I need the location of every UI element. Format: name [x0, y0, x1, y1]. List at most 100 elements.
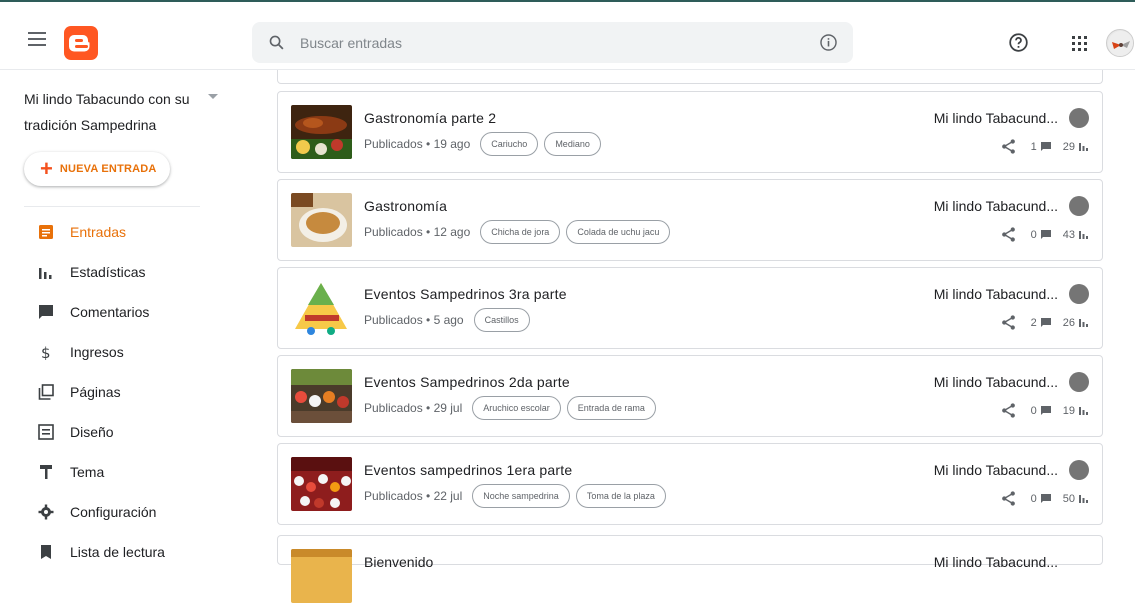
author-avatar [1069, 460, 1089, 480]
post-meta: Publicados • 22 jul Noche sampedrina Tom… [364, 484, 672, 508]
sidebar-item-configuracion[interactable]: Configuración [0, 492, 220, 532]
author-avatar [1069, 108, 1089, 128]
apps-grid-icon[interactable] [1072, 36, 1087, 51]
comment-icon [1040, 317, 1051, 327]
share-icon[interactable] [1000, 138, 1017, 155]
new-post-label: NUEVA ENTRADA [59, 163, 157, 175]
post-author: Mi lindo Tabacund... [933, 462, 1058, 478]
share-icon[interactable] [1000, 226, 1017, 243]
post-label-chip[interactable]: Castillos [473, 308, 530, 332]
stats-icon [1079, 495, 1088, 503]
post-status: Publicados • 12 ago [364, 225, 471, 239]
author-avatar [1069, 196, 1089, 216]
share-icon[interactable] [1000, 402, 1017, 419]
share-icon[interactable] [1000, 490, 1017, 507]
chevron-down-icon[interactable] [208, 94, 218, 99]
sidebar-item-label: Ingresos [70, 344, 124, 360]
post-title[interactable]: Eventos sampedrinos 1era parte [364, 462, 572, 478]
post-label-chip[interactable]: Colada de uchu jacu [566, 220, 671, 244]
post-card[interactable]: Eventos sampedrinos 1era parte Publicado… [277, 443, 1103, 525]
post-meta: Publicados • 19 ago Cariucho Mediano [364, 132, 607, 156]
post-title[interactable]: Gastronomía parte 2 [364, 110, 496, 126]
post-card[interactable]: Gastronomía Publicados • 12 ago Chicha d… [277, 179, 1103, 261]
svg-text:$: $ [41, 344, 51, 360]
post-meta: Publicados • 12 ago Chicha de jora Colad… [364, 220, 676, 244]
sidebar-item-label: Tema [70, 464, 105, 480]
post-label-chip[interactable]: Chicha de jora [480, 220, 561, 244]
post-stats: 0 43 [1000, 226, 1088, 243]
post-title[interactable]: Gastronomía [364, 198, 447, 214]
post-thumbnail [291, 457, 352, 511]
sidebar-item-entradas[interactable]: Entradas [0, 212, 220, 252]
post-meta: Publicados • 29 jul Aruchico escolar Ent… [364, 396, 662, 420]
post-title[interactable]: Bienvenido [364, 554, 433, 570]
sidebar-item-lista-de-lectura[interactable]: Lista de lectura [0, 532, 220, 572]
comment-icon [1040, 229, 1051, 239]
comment-count: 2 [1030, 316, 1037, 329]
blog-selector[interactable]: Mi lindo Tabacundo con su tradición Samp… [24, 86, 194, 138]
share-icon[interactable] [1000, 314, 1017, 331]
post-card-partial[interactable] [277, 70, 1103, 84]
posts-icon [39, 225, 53, 239]
sidebar-item-comentarios[interactable]: Comentarios [0, 292, 220, 332]
search-bar [252, 22, 853, 63]
info-icon[interactable] [819, 33, 838, 52]
sidebar-item-label: Páginas [70, 384, 121, 400]
sidebar-item-ingresos[interactable]: $ Ingresos [0, 332, 220, 372]
comment-icon [1040, 141, 1051, 151]
post-author: Mi lindo Tabacund... [933, 554, 1058, 570]
post-card-partial[interactable]: Bienvenido Mi lindo Tabacund... [277, 535, 1103, 603]
view-count: 19 [1062, 404, 1075, 417]
sidebar-item-label: Comentarios [70, 304, 150, 320]
post-author: Mi lindo Tabacund... [933, 110, 1058, 126]
search-input[interactable] [300, 32, 780, 54]
post-label-chip[interactable]: Mediano [544, 132, 601, 156]
view-count: 50 [1062, 492, 1075, 505]
post-status: Publicados • 29 jul [364, 401, 463, 415]
comment-icon [1040, 405, 1051, 415]
post-title[interactable]: Eventos Sampedrinos 2da parte [364, 374, 570, 390]
layout-icon [38, 424, 54, 440]
post-label-chip[interactable]: Toma de la plaza [575, 484, 666, 508]
post-label-chip[interactable]: Aruchico escolar [472, 396, 561, 420]
post-stats: 0 19 [1000, 402, 1088, 419]
stats-icon [1079, 319, 1088, 327]
sidebar-item-diseno[interactable]: Diseño [0, 412, 220, 452]
post-author: Mi lindo Tabacund... [933, 198, 1058, 214]
post-thumbnail [291, 549, 352, 603]
post-card[interactable]: Gastronomía parte 2 Publicados • 19 ago … [277, 91, 1103, 173]
sidebar-item-estadisticas[interactable]: Estadísticas [0, 252, 220, 292]
sidebar-item-label: Diseño [70, 424, 114, 440]
post-list: Gastronomía parte 2 Publicados • 19 ago … [277, 70, 1103, 603]
view-count: 43 [1062, 228, 1075, 241]
account-avatar[interactable] [1106, 29, 1134, 57]
blogger-logo[interactable] [64, 26, 98, 60]
view-count: 26 [1062, 316, 1075, 329]
stats-icon [1079, 143, 1088, 151]
search-icon[interactable] [268, 34, 285, 51]
post-label-chip[interactable]: Entrada de rama [566, 396, 656, 420]
comment-count: 0 [1030, 404, 1037, 417]
sidebar-item-label: Configuración [70, 504, 157, 520]
post-thumbnail [291, 369, 352, 423]
comment-icon [1040, 493, 1051, 503]
sidebar-item-tema[interactable]: Tema [0, 452, 220, 492]
comment-count: 0 [1030, 492, 1037, 505]
post-card[interactable]: Eventos Sampedrinos 2da parte Publicados… [277, 355, 1103, 437]
post-card[interactable]: Eventos Sampedrinos 3ra parte Publicados… [277, 267, 1103, 349]
post-title[interactable]: Eventos Sampedrinos 3ra parte [364, 286, 567, 302]
stats-icon [39, 268, 52, 279]
new-post-button[interactable]: + NUEVA ENTRADA [24, 152, 170, 186]
view-count: 29 [1062, 140, 1075, 153]
help-icon[interactable] [1008, 32, 1029, 53]
post-thumbnail [291, 193, 352, 247]
sidebar: Mi lindo Tabacundo con su tradición Samp… [0, 70, 220, 560]
comment-count: 0 [1030, 228, 1037, 241]
comment-count: 1 [1030, 140, 1037, 153]
post-author: Mi lindo Tabacund... [933, 374, 1058, 390]
post-label-chip[interactable]: Noche sampedrina [472, 484, 570, 508]
post-label-chip[interactable]: Cariucho [480, 132, 539, 156]
paint-roller-icon [40, 465, 52, 479]
hamburger-menu-icon[interactable] [28, 32, 46, 46]
sidebar-item-paginas[interactable]: Páginas [0, 372, 220, 412]
